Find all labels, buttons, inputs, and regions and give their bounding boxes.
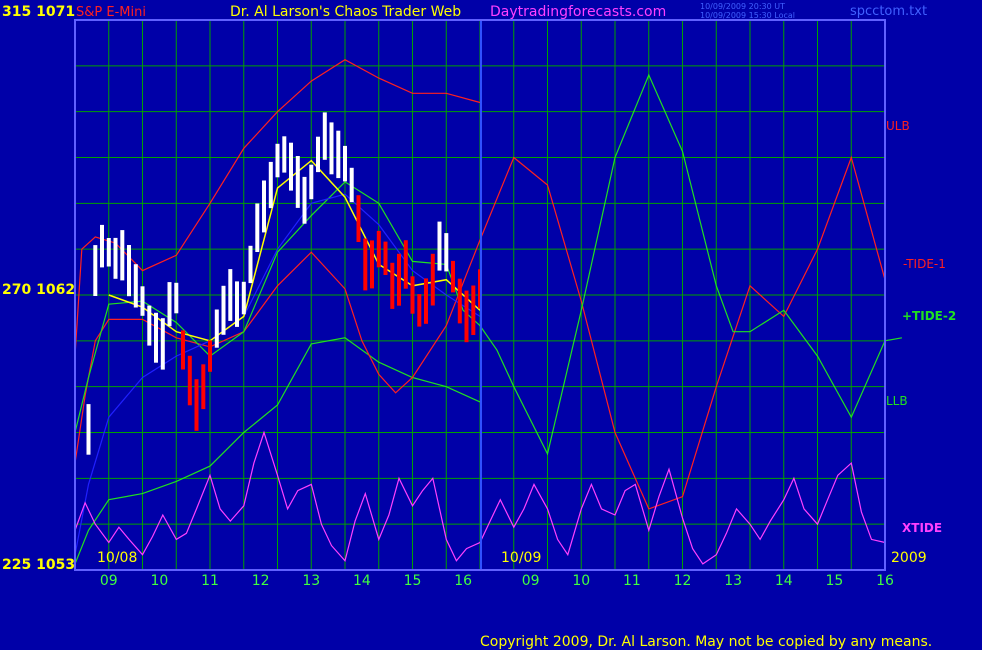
price-bar [309, 164, 314, 200]
price-bar [174, 282, 179, 314]
price-bar [221, 285, 226, 335]
x-tick-label: 15 [404, 573, 422, 589]
price-bar [241, 281, 246, 315]
x-tick-label: 13 [302, 573, 320, 589]
price-bar [248, 245, 253, 284]
x-tick-label: 16 [454, 573, 472, 589]
timestamp-local: 10/09/2009 15:30 Local [700, 11, 795, 20]
x-tick-label: 15 [825, 573, 843, 589]
price-bar [457, 278, 462, 324]
x-tick-label: 16 [876, 573, 894, 589]
price-bar [235, 281, 239, 327]
price-bar [167, 282, 172, 327]
chaos-trader-chart: 09 10 11 12 13 14 15 16 09 10 11 12 13 14 15 16 315 107… [0, 0, 982, 650]
x-tick-label: 14 [353, 573, 371, 589]
x-tick-label: 10 [572, 573, 590, 589]
price-bar [424, 278, 428, 324]
price-bar [410, 276, 415, 314]
price-bar [127, 245, 131, 297]
price-bar [282, 136, 287, 173]
price-bar [316, 136, 320, 173]
price-bar [451, 260, 455, 293]
price-bar [363, 238, 368, 291]
date-mid-label: 10/09 [501, 550, 541, 566]
x-tick-label: 14 [775, 573, 793, 589]
price-bar [214, 309, 219, 348]
price-bar [356, 195, 361, 242]
price-bar [187, 355, 192, 406]
price-bar [120, 230, 125, 281]
price-bar [376, 230, 381, 268]
date-start-label: 10/08 [97, 550, 137, 566]
price-bar [343, 145, 347, 182]
timestamp-ut: 10/09/2009 20:30 UT [700, 2, 785, 11]
price-bar [289, 142, 293, 191]
symbol-title: S&P E-Mini [76, 5, 146, 20]
x-tick-label: 09 [100, 573, 118, 589]
price-bar [100, 224, 104, 268]
price-bar [255, 203, 260, 252]
price-bar [262, 180, 266, 233]
price-bar [464, 290, 469, 343]
legend-tide1: -TIDE-1 [903, 257, 946, 271]
price-bar [349, 167, 354, 203]
price-bar [403, 240, 408, 289]
x-tick-label: 11 [201, 573, 219, 589]
data-filename: spcctom.txt [850, 4, 927, 19]
price-bar [140, 286, 145, 316]
year-label: 2009 [891, 550, 927, 566]
price-bar [370, 240, 374, 289]
price-bar [133, 264, 138, 308]
price-bar [471, 285, 476, 335]
x-tick-label: 12 [674, 573, 692, 589]
price-bar [383, 241, 388, 275]
price-bar [160, 318, 165, 370]
copyright-footer: Copyright 2009, Dr. Al Larson. May not b… [480, 634, 932, 650]
price-bar [322, 112, 327, 160]
price-bar [329, 122, 334, 175]
price-bar [390, 262, 395, 309]
price-bar [86, 404, 91, 455]
price-bar [275, 143, 280, 178]
price-bar [444, 233, 449, 272]
price-bar [430, 253, 435, 306]
legend-ulb: ULB [886, 119, 910, 133]
price-bar [397, 253, 401, 306]
price-bar [113, 237, 118, 279]
price-bar [154, 312, 158, 363]
x-tick-label: 13 [724, 573, 742, 589]
chart-title: Dr. Al Larson's Chaos Trader Web [230, 4, 461, 20]
price-bar [336, 130, 341, 179]
price-bar [93, 245, 98, 296]
price-bar [302, 176, 307, 224]
price-bar [228, 269, 233, 321]
price-bar [208, 340, 212, 372]
x-tick-label: 11 [623, 573, 641, 589]
price-bar [147, 305, 152, 346]
left-bottom-label: 225 1053 [2, 557, 75, 573]
legend-xtide: XTIDE [902, 521, 942, 535]
x-tick-label: 10 [150, 573, 168, 589]
left-top-label: 315 1071 [2, 4, 75, 20]
x-tick-label: 09 [522, 573, 540, 589]
left-mid-label: 270 1062 [2, 282, 75, 298]
price-bar [181, 330, 185, 370]
legend-tide2: +TIDE-2 [902, 309, 956, 323]
price-bar [417, 294, 422, 327]
site-name: Daytradingforecasts.com [490, 4, 666, 20]
price-bar [437, 221, 442, 271]
price-bar [295, 156, 300, 208]
legend-llb: LLB [886, 394, 908, 408]
x-tick-label: 12 [252, 573, 270, 589]
price-bar [201, 364, 206, 410]
price-bar [268, 161, 273, 209]
price-bar [106, 238, 111, 267]
price-bar [194, 379, 199, 431]
